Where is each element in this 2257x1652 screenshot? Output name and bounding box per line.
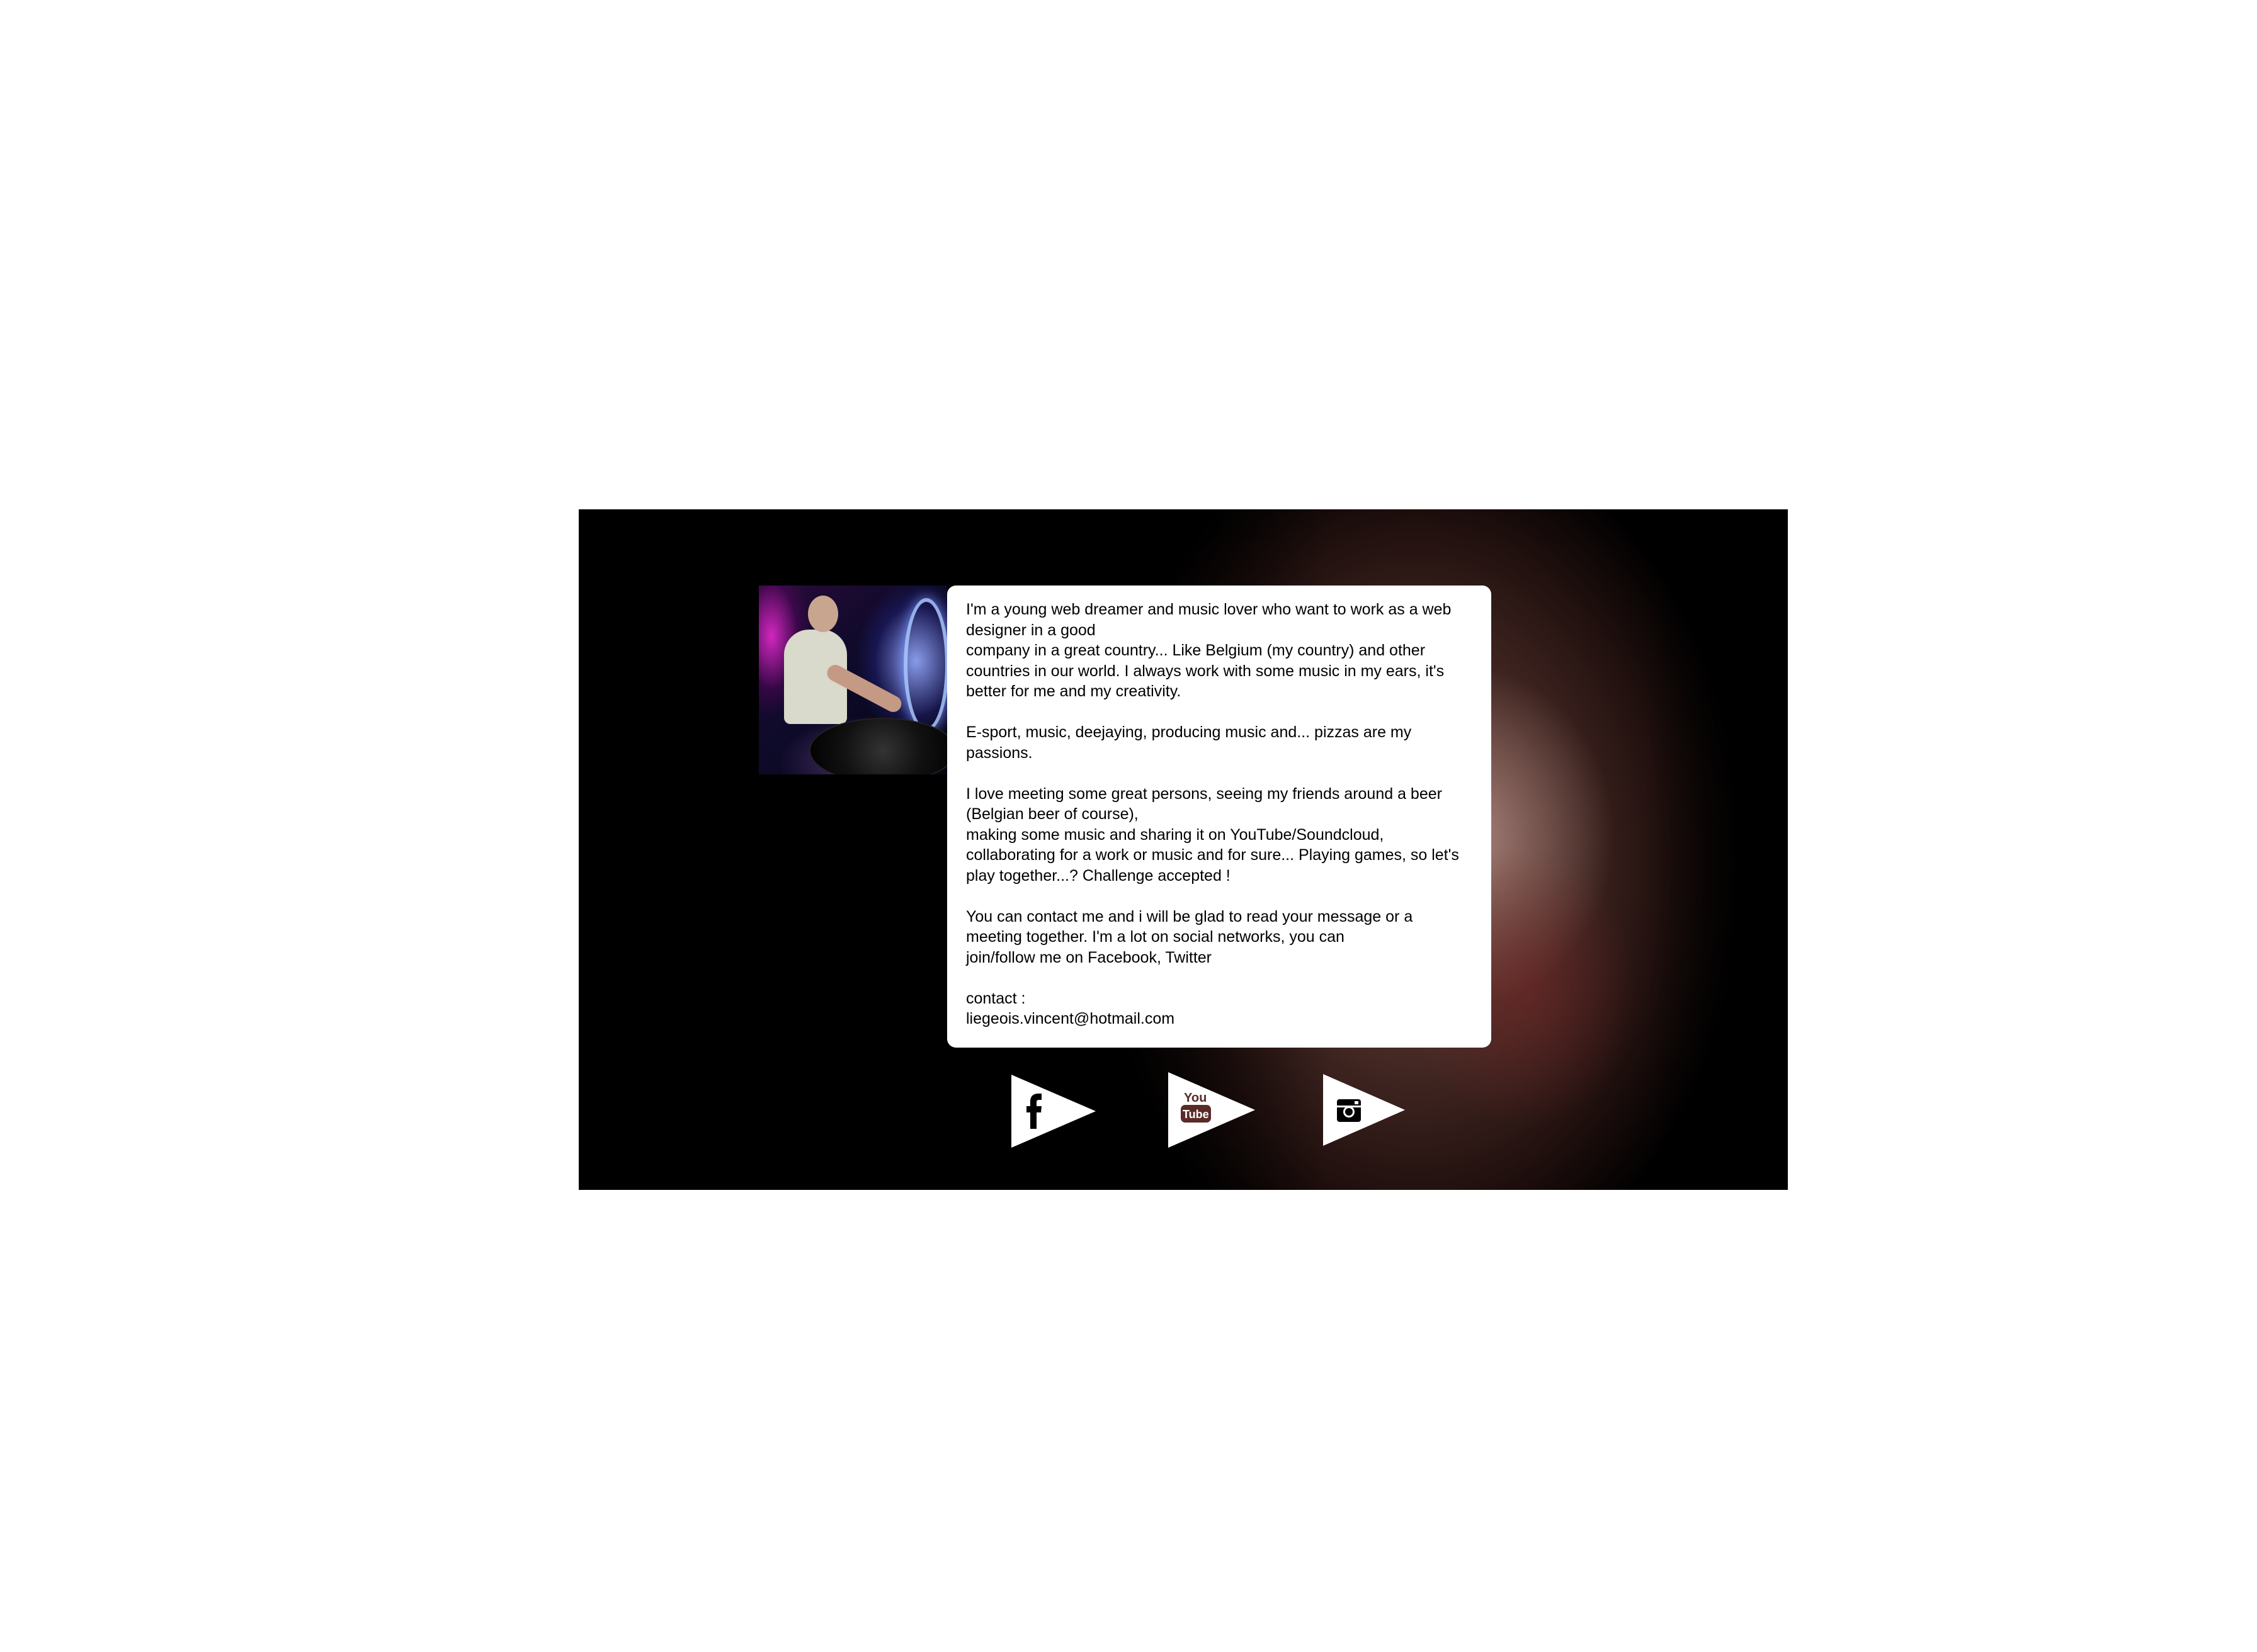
facebook-link[interactable] xyxy=(1011,1075,1096,1148)
social-links: You Tube xyxy=(579,509,1788,1190)
instagram-icon xyxy=(1337,1099,1361,1122)
youtube-icon: You Tube xyxy=(1181,1091,1211,1123)
svg-text:Tube: Tube xyxy=(1183,1108,1209,1121)
instagram-link[interactable] xyxy=(1323,1074,1405,1146)
youtube-link[interactable]: You Tube xyxy=(1168,1072,1255,1148)
hero-section: I'm a young web dreamer and music lover … xyxy=(579,509,1788,1190)
svg-text:You: You xyxy=(1184,1091,1207,1105)
